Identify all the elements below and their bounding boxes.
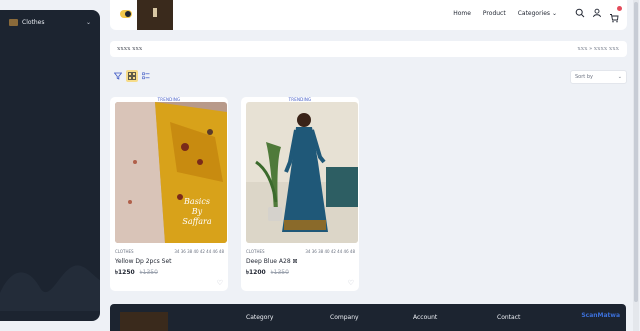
nav-product[interactable]: Product: [483, 10, 506, 17]
chevron-down-icon[interactable]: ⌄: [86, 19, 91, 26]
sidebar-item-clothes[interactable]: Clothes ⌄: [0, 10, 100, 35]
clothes-thumbnail-icon: [9, 19, 18, 26]
product-photo-yellow-set: Basics By Saffara: [115, 102, 227, 243]
page-heading-bar: 𝕩𝕩𝕩𝕩 𝕩𝕩𝕩 𝕩𝕩𝕩 » 𝕩𝕩𝕩𝕩 𝕩𝕩𝕩: [110, 41, 627, 57]
product-card[interactable]: TRENDING Basics By Saffara CLOTHES 34 36…: [110, 97, 228, 291]
page-scrollbar[interactable]: [633, 0, 639, 331]
cart-count-badge: [617, 6, 622, 11]
product-sizes: 34 36 38 40 42 44 46 48: [174, 249, 224, 254]
svg-text:By: By: [191, 207, 203, 216]
grid-icon: [128, 72, 136, 80]
main-nav: Home Product Categories ⌄: [453, 10, 557, 17]
product-category: CLOTHES: [246, 249, 265, 254]
decorative-swoosh: [0, 265, 100, 311]
product-card[interactable]: TRENDING CLOTHES 34 36 38 40 42 44 46 48…: [241, 97, 359, 291]
sidebar-item-label: Clothes: [22, 19, 45, 26]
footer-heading-account: Account: [413, 314, 438, 321]
cart-button[interactable]: [609, 6, 622, 23]
chevron-down-icon: ⌄: [617, 74, 622, 80]
product-price: ৳1200 ৳1350: [246, 267, 289, 278]
theme-toggle[interactable]: [120, 10, 132, 18]
user-icon[interactable]: [592, 8, 602, 18]
cart-icon: [610, 14, 619, 23]
footer-logo[interactable]: [120, 312, 168, 331]
old-price: 1350: [142, 269, 158, 276]
toolbar-row: Sort by ⌄: [110, 70, 627, 84]
wishlist-heart-icon[interactable]: ♡: [217, 279, 223, 287]
wishlist-heart-icon[interactable]: ♡: [348, 279, 354, 287]
sidebar: Clothes ⌄: [0, 10, 100, 321]
nav-categories[interactable]: Categories ⌄: [518, 10, 557, 17]
filter-button[interactable]: [112, 70, 124, 82]
sort-by-label: Sort by: [575, 74, 593, 80]
footer-heading-contact: Contact: [497, 314, 521, 321]
current-price: 1250: [118, 269, 135, 276]
footer-heading-company: Company: [330, 314, 359, 321]
product-name[interactable]: Yellow Dp 2pcs Set: [115, 258, 172, 265]
breadcrumb-current: 𝕩𝕩𝕩𝕩 𝕩𝕩𝕩: [593, 46, 619, 52]
product-sizes: 34 36 38 40 42 44 46 48: [305, 249, 355, 254]
current-price: 1200: [249, 269, 266, 276]
breadcrumb-home[interactable]: 𝕩𝕩𝕩: [577, 46, 587, 52]
grid-view-button[interactable]: [126, 70, 138, 82]
footer-heading-category: Category: [246, 314, 274, 321]
store-logo[interactable]: [137, 0, 173, 30]
chevron-down-icon: ⌄: [551, 10, 557, 17]
list-icon: [142, 72, 150, 80]
nav-categories-label: Categories: [517, 10, 551, 17]
product-category: CLOTHES: [115, 249, 134, 254]
product-photo-deep-blue: [246, 102, 358, 243]
breadcrumb-separator: »: [589, 46, 593, 52]
product-image[interactable]: Basics By Saffara: [115, 102, 227, 243]
svg-text:Saffara: Saffara: [182, 217, 212, 226]
watermark-brand: ScanMatwa: [581, 312, 620, 319]
header-icons: [575, 6, 622, 23]
list-view-button[interactable]: [140, 70, 152, 82]
scrollbar-thumb[interactable]: [634, 2, 638, 302]
breadcrumb: 𝕩𝕩𝕩 » 𝕩𝕩𝕩𝕩 𝕩𝕩𝕩: [577, 46, 619, 52]
top-header: Home Product Categories ⌄: [110, 0, 627, 30]
page-title: 𝕩𝕩𝕩𝕩 𝕩𝕩𝕩: [117, 46, 143, 52]
product-image[interactable]: [246, 102, 358, 243]
search-icon[interactable]: [575, 8, 585, 18]
filter-icon: [114, 72, 122, 80]
product-price: ৳1250 ৳1350: [115, 267, 158, 278]
sort-by-select[interactable]: Sort by ⌄: [570, 70, 627, 84]
nav-home[interactable]: Home: [453, 10, 471, 17]
svg-text:Basics: Basics: [183, 197, 210, 206]
old-price: 1350: [273, 269, 289, 276]
site-footer: Category Company Account Contact ScanMat…: [110, 304, 626, 331]
product-name[interactable]: Deep Blue A28 ⊠: [246, 258, 298, 265]
